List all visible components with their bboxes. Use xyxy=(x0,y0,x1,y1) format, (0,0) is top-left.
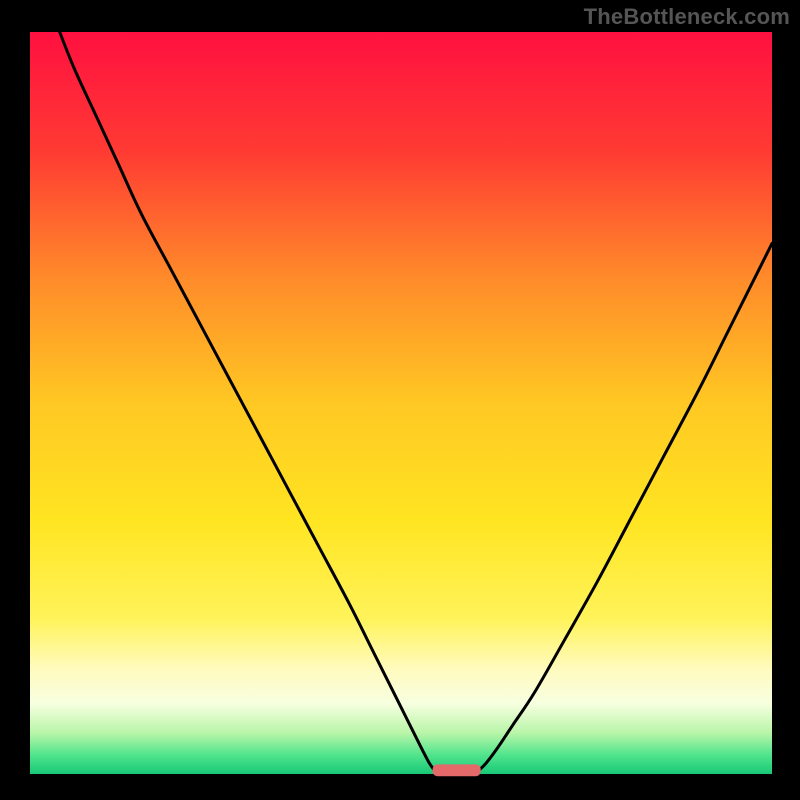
chart-frame: TheBottleneck.com xyxy=(0,0,800,800)
plot-background xyxy=(30,32,772,774)
bottleneck-chart xyxy=(0,0,800,800)
optimal-marker xyxy=(433,764,481,776)
watermark-text: TheBottleneck.com xyxy=(584,4,790,30)
